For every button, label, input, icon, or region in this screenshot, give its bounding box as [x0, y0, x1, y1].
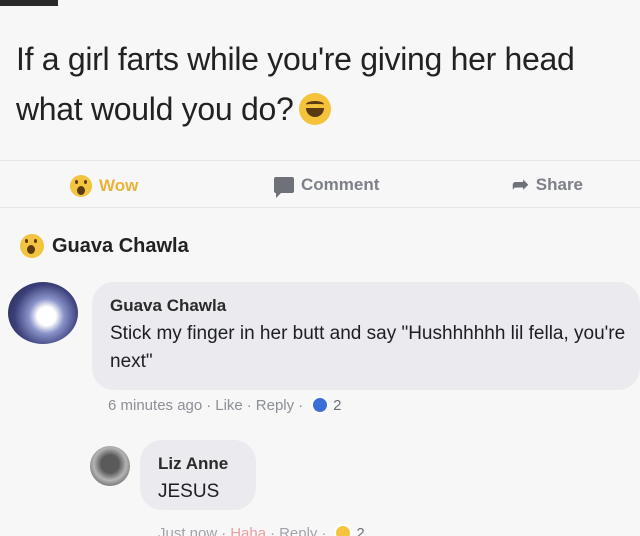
comment-time[interactable]: 6 minutes ago	[108, 397, 202, 414]
reaction-summary[interactable]: Guava Chawla	[20, 234, 189, 258]
avatar[interactable]	[8, 282, 78, 344]
comment-meta: Just now · Haha · Reply · 2	[158, 524, 365, 536]
meta-separator: ·	[221, 524, 227, 536]
comment-label: Comment	[301, 175, 380, 194]
reply-link[interactable]: Reply	[256, 397, 294, 414]
comment-text: Stick my finger in her butt and say "Hus…	[110, 323, 626, 372]
post-text-content: If a girl farts while you're giving her …	[16, 41, 575, 127]
comment-time[interactable]: Just now	[158, 525, 217, 536]
comment-icon	[274, 177, 294, 198]
wow-icon	[70, 175, 92, 197]
share-label: Share	[535, 175, 584, 194]
post-text: If a girl farts while you're giving her …	[16, 34, 616, 134]
comment-author[interactable]: Guava Chawla	[110, 296, 226, 316]
comment-button[interactable]: Comment	[274, 175, 380, 198]
haha-link[interactable]: Haha	[230, 525, 266, 536]
wow-label: Wow	[99, 176, 139, 195]
comment-bubble: Guava Chawla Stick my finger in her butt…	[92, 282, 640, 390]
wow-icon	[20, 234, 44, 258]
reactor-name: Guava Chawla	[52, 234, 189, 257]
meta-separator: ·	[206, 396, 212, 414]
meta-separator: ·	[321, 524, 327, 536]
share-arrow-icon: ➦	[512, 174, 529, 196]
comment-meta: 6 minutes ago · Like · Reply · 2	[108, 396, 341, 414]
laughing-emoji-icon	[299, 93, 332, 125]
meta-separator: ·	[246, 396, 252, 414]
comment-author[interactable]: Liz Anne	[158, 454, 228, 474]
top-bar-fragment	[0, 0, 58, 6]
like-reaction-icon	[311, 396, 330, 414]
meta-separator: ·	[270, 524, 276, 536]
meta-separator: ·	[298, 396, 304, 414]
comment-text: JESUS	[158, 481, 220, 502]
avatar[interactable]	[90, 446, 130, 486]
comment-bubble: Liz Anne JESUS	[140, 440, 256, 510]
wow-reaction-button[interactable]: Wow	[70, 175, 138, 197]
reply-link[interactable]: Reply	[279, 525, 317, 536]
reaction-count[interactable]: 2	[333, 397, 341, 414]
haha-reaction-icon	[334, 524, 353, 536]
post-action-bar: Wow Comment ➦ Share	[0, 160, 640, 208]
reaction-count[interactable]: 2	[356, 525, 364, 536]
like-link[interactable]: Like	[215, 397, 243, 414]
share-button[interactable]: ➦ Share	[512, 175, 583, 195]
